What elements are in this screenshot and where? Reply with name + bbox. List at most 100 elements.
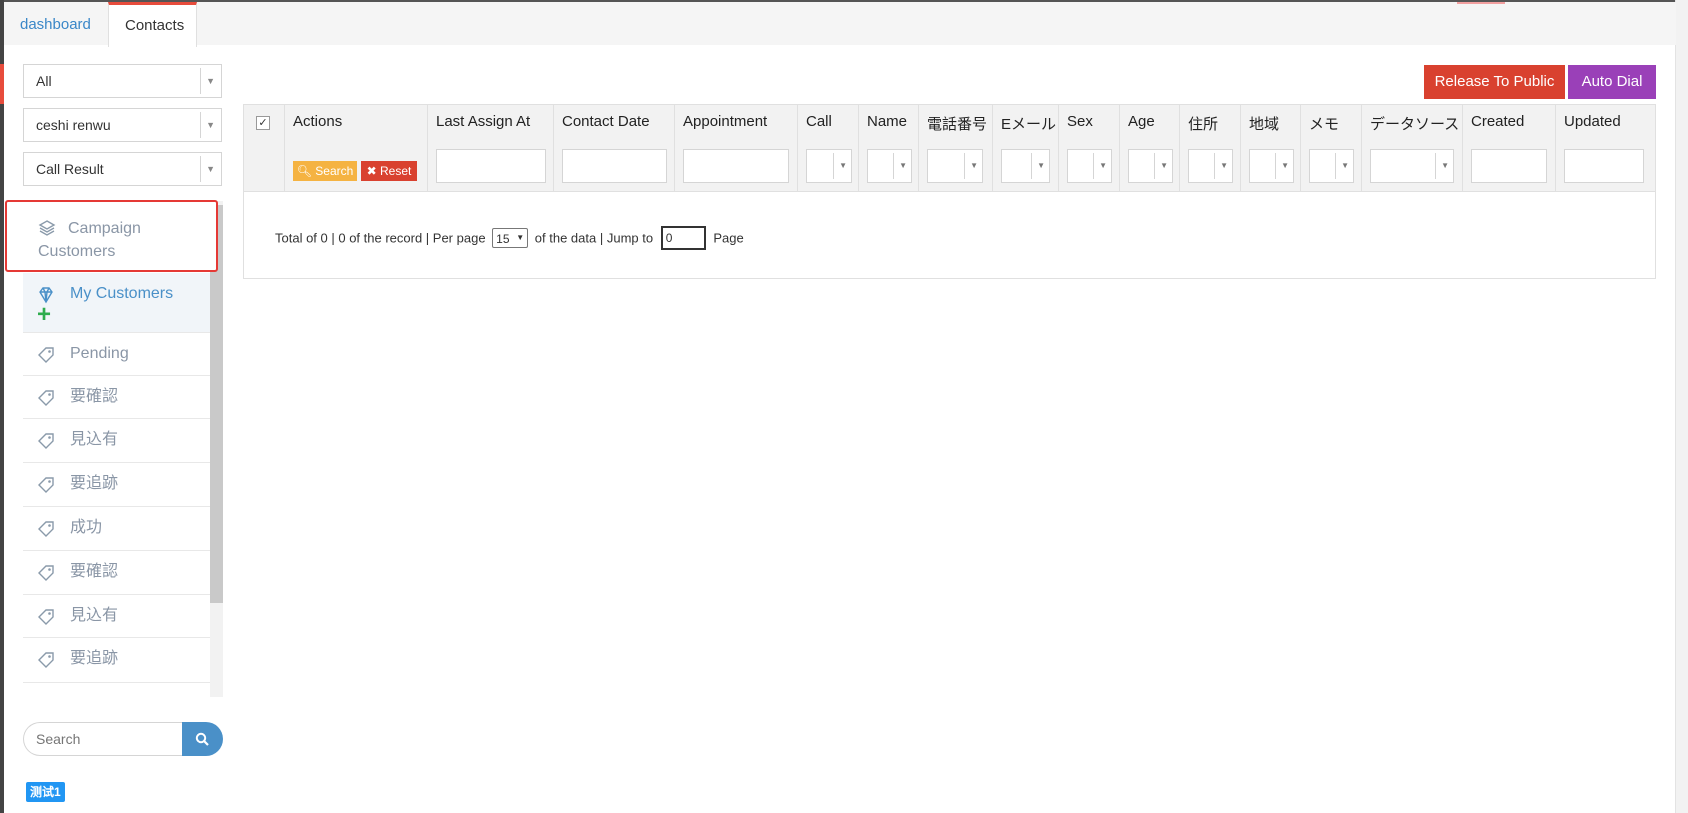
tag-icon: [37, 346, 55, 364]
jump-to-page-input[interactable]: 0: [660, 226, 706, 250]
sidebar-item-prospect-2[interactable]: 見込有: [23, 595, 210, 638]
search-icon: 🔍︎: [296, 164, 312, 178]
chevron-down-icon: ▼: [1037, 161, 1045, 170]
select-all-column: ✓: [244, 105, 285, 191]
scope-select[interactable]: All ▼: [23, 64, 222, 98]
updated-filter-input[interactable]: [1564, 149, 1644, 183]
column-header: 住所: [1188, 116, 1219, 133]
tag-icon: [37, 520, 55, 538]
chevron-down-icon: ▼: [899, 161, 907, 170]
contacts-table: ✓ Actions 🔍︎ Search ✖ Reset Last Assign …: [243, 104, 1656, 279]
age-filter-select[interactable]: ▼: [1128, 149, 1173, 183]
chevron-down-icon: ▼: [206, 120, 215, 130]
appointment-filter-input[interactable]: [683, 149, 789, 183]
tag-icon: [37, 389, 55, 407]
sidebar-item-campaign-customers[interactable]: Campaign Customers: [5, 200, 218, 272]
chevron-down-icon: ▼: [1281, 161, 1289, 170]
filter-reset-button[interactable]: ✖ Reset: [361, 161, 417, 181]
tag-icon: [37, 432, 55, 450]
column-header: Created: [1471, 113, 1525, 130]
window-scrollbar[interactable]: [1675, 0, 1688, 813]
sidebar-item-label: 要追跡: [70, 475, 119, 492]
tag-icon: [37, 651, 55, 669]
call-result-select[interactable]: Call Result ▼: [23, 152, 222, 186]
per-page-value: 15: [496, 231, 510, 246]
tab-bar: dashboard Contacts: [4, 2, 1676, 47]
scope-select-value: All: [36, 73, 52, 89]
sidebar-item-label: 要確認: [70, 563, 119, 580]
column-header: Updated: [1564, 113, 1621, 130]
column-header: Name: [867, 113, 908, 130]
column-phone: 電話番号 ▼: [919, 105, 993, 191]
status-badge[interactable]: 测试1: [26, 782, 65, 802]
campaign-select-value: ceshi renwu: [36, 117, 111, 133]
column-memo: メモ ▼: [1301, 105, 1362, 191]
column-region: 地域 ▼: [1241, 105, 1301, 191]
sidebar-item-pending[interactable]: Pending: [23, 333, 210, 376]
sidebar-item-label: 要確認: [70, 388, 119, 405]
chevron-down-icon: ▼: [1341, 161, 1349, 170]
select-divider: [200, 156, 201, 182]
column-header: Appointment: [683, 113, 768, 130]
sidebar-item-label: Pending: [70, 345, 129, 362]
pagination-summary: Total of 0 | 0 of the record | Per page: [275, 230, 486, 246]
per-page-select[interactable]: 15 ▼: [492, 228, 529, 248]
select-divider: [1031, 153, 1032, 179]
tab-dashboard[interactable]: dashboard: [4, 2, 108, 45]
name-filter-select[interactable]: ▼: [867, 149, 912, 183]
search-input[interactable]: [23, 722, 183, 756]
auto-dial-button[interactable]: Auto Dial: [1568, 65, 1656, 99]
sidebar-item-my-customers[interactable]: My Customers +: [23, 273, 210, 333]
pagination-of-data: of the data | Jump to: [534, 230, 654, 246]
call-filter-select[interactable]: ▼: [806, 149, 852, 183]
chevron-down-icon: ▼: [516, 233, 525, 242]
column-header: 地域: [1249, 116, 1280, 133]
column-header: データソース: [1370, 116, 1460, 133]
column-data-source: データソース ▼: [1362, 105, 1463, 191]
tag-icon: [37, 564, 55, 582]
chevron-down-icon: ▼: [206, 76, 215, 86]
phone-filter-select[interactable]: ▼: [927, 149, 983, 183]
tab-contacts[interactable]: Contacts: [108, 2, 197, 47]
filter-reset-label: Reset: [380, 164, 412, 178]
sidebar-item-need-confirm-2[interactable]: 要確認: [23, 551, 210, 595]
sidebar-search: [23, 722, 223, 756]
column-created: Created: [1463, 105, 1556, 191]
select-all-checkbox[interactable]: ✓: [256, 116, 270, 130]
address-filter-select[interactable]: ▼: [1188, 149, 1233, 183]
column-contact-date: Contact Date: [554, 105, 675, 191]
sex-filter-select[interactable]: ▼: [1067, 149, 1112, 183]
call-result-select-value: Call Result: [36, 161, 104, 177]
sidebar-menu: My Customers + Pending 要確認 見込有 要追跡 成功 要確…: [23, 201, 226, 697]
column-updated: Updated: [1556, 105, 1655, 191]
select-divider: [893, 153, 894, 179]
release-to-public-button[interactable]: Release To Public: [1424, 65, 1565, 99]
column-header: Contact Date: [562, 113, 650, 130]
region-filter-select[interactable]: ▼: [1249, 149, 1294, 183]
campaign-select[interactable]: ceshi renwu ▼: [23, 108, 222, 142]
email-filter-select[interactable]: ▼: [1001, 149, 1050, 183]
select-divider: [1275, 153, 1276, 179]
sidebar-item-prospect[interactable]: 見込有: [23, 419, 210, 463]
tag-icon: [37, 608, 55, 626]
column-header: Call: [806, 113, 832, 130]
search-button[interactable]: [182, 722, 223, 756]
tab-marker: [1457, 2, 1505, 4]
data-source-filter-select[interactable]: ▼: [1370, 149, 1454, 183]
select-divider: [833, 153, 834, 179]
filter-search-button[interactable]: 🔍︎ Search: [293, 161, 357, 181]
column-appointment: Appointment: [675, 105, 798, 191]
column-address: 住所 ▼: [1180, 105, 1241, 191]
created-filter-input[interactable]: [1471, 149, 1547, 183]
column-age: Age ▼: [1120, 105, 1180, 191]
chevron-down-icon: ▼: [1441, 161, 1449, 170]
sidebar-item-follow-up[interactable]: 要追跡: [23, 463, 210, 507]
memo-filter-select[interactable]: ▼: [1309, 149, 1354, 183]
contact-date-filter-input[interactable]: [562, 149, 667, 183]
tag-icon: [37, 476, 55, 494]
last-assign-at-filter-input[interactable]: [436, 149, 546, 183]
plus-icon[interactable]: +: [37, 303, 51, 327]
sidebar-item-need-confirm[interactable]: 要確認: [23, 376, 210, 419]
sidebar-item-follow-up-2[interactable]: 要追跡: [23, 638, 210, 683]
sidebar-item-success[interactable]: 成功: [23, 507, 210, 551]
